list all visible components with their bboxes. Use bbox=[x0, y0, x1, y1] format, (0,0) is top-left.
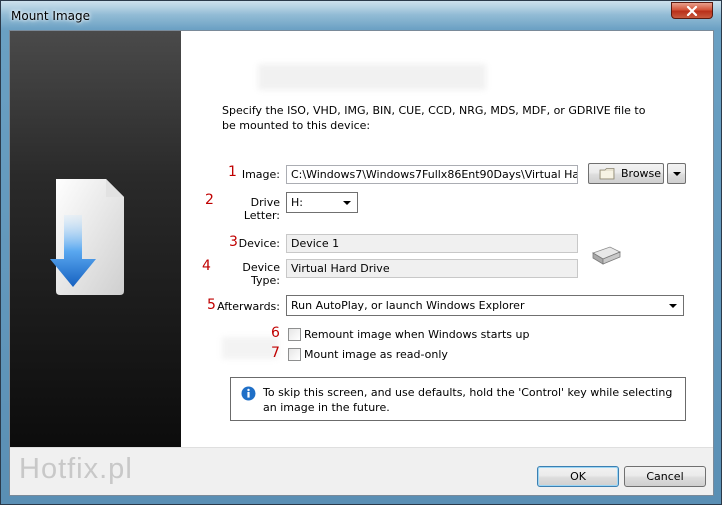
marker-5: 5 bbox=[207, 297, 216, 313]
image-label: Image: bbox=[241, 168, 280, 181]
remount-checkbox[interactable] bbox=[288, 328, 301, 341]
folder-icon bbox=[599, 168, 615, 180]
drive-letter-select[interactable]: H: bbox=[286, 192, 358, 213]
drive-letter-label: Drive Letter: bbox=[243, 196, 280, 222]
remount-label[interactable]: Remount image when Windows starts up bbox=[304, 328, 529, 341]
device-label: Device: bbox=[238, 237, 280, 250]
chevron-down-icon bbox=[343, 201, 351, 205]
browse-dropdown-button[interactable] bbox=[667, 163, 686, 184]
ok-button[interactable]: OK bbox=[537, 466, 619, 487]
image-path-input[interactable]: C:\Windows7\Windows7Fullx86Ent90Days\Vir… bbox=[286, 165, 578, 184]
blurred-region bbox=[222, 337, 278, 359]
drive-letter-value: H: bbox=[291, 196, 303, 209]
chevron-down-icon bbox=[669, 304, 677, 308]
side-banner bbox=[10, 31, 181, 447]
afterwards-label: Afterwards: bbox=[217, 300, 280, 313]
device-field: Device 1 bbox=[286, 234, 578, 253]
marker-6: 6 bbox=[271, 325, 280, 341]
afterwards-value: Run AutoPlay, or launch Windows Explorer bbox=[291, 299, 525, 312]
blurred-heading bbox=[258, 64, 486, 90]
watermark: Hotfix.pl bbox=[19, 453, 133, 485]
info-icon bbox=[241, 386, 256, 401]
marker-2: 2 bbox=[205, 192, 214, 208]
chevron-down-icon bbox=[673, 172, 681, 176]
marker-4: 4 bbox=[202, 258, 211, 274]
info-text: To skip this screen, and use defaults, h… bbox=[263, 386, 673, 414]
marker-1: 1 bbox=[228, 164, 237, 180]
hard-drive-icon bbox=[592, 246, 621, 265]
marker-7: 7 bbox=[271, 345, 280, 361]
device-type-field: Virtual Hard Drive bbox=[286, 259, 578, 278]
close-button[interactable] bbox=[671, 2, 713, 19]
cancel-button[interactable]: Cancel bbox=[624, 466, 706, 487]
intro-text: Specify the ISO, VHD, IMG, BIN, CUE, CCD… bbox=[222, 104, 646, 132]
mount-image-window: Mount Image Specify the ISO, VHD, IMG, B… bbox=[0, 0, 722, 505]
browse-label: Browse bbox=[621, 167, 662, 180]
dialog-client-area: Specify the ISO, VHD, IMG, BIN, CUE, CCD… bbox=[9, 30, 714, 496]
title-bar[interactable]: Mount Image bbox=[1, 1, 721, 29]
device-type-label: Device Type: bbox=[242, 261, 280, 287]
readonly-checkbox[interactable] bbox=[288, 348, 301, 361]
afterwards-select[interactable]: Run AutoPlay, or launch Windows Explorer bbox=[286, 295, 684, 316]
close-icon bbox=[686, 5, 698, 16]
browse-button[interactable]: Browse bbox=[588, 163, 664, 184]
mount-document-icon bbox=[50, 179, 124, 295]
readonly-label[interactable]: Mount image as read-only bbox=[304, 348, 448, 361]
window-title: Mount Image bbox=[11, 9, 91, 23]
info-panel: To skip this screen, and use defaults, h… bbox=[230, 377, 686, 421]
